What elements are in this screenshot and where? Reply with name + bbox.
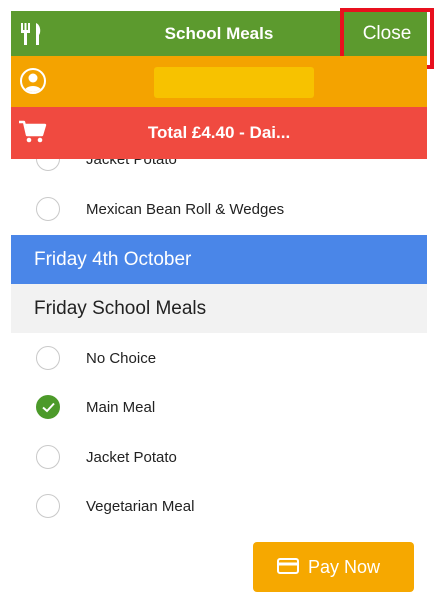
total-bar[interactable]: Total £4.40 - Dai...: [11, 107, 427, 159]
list-item-main-meal[interactable]: Main Meal: [11, 385, 427, 431]
list-item-vegetarian-meal[interactable]: Vegetarian Meal: [11, 484, 427, 530]
checkmark-icon: [42, 402, 55, 413]
option-label: No Choice: [86, 350, 157, 367]
radio-unchecked-icon[interactable]: [36, 197, 60, 221]
radio-unchecked-icon[interactable]: [36, 445, 60, 469]
list-item-mexican-bean-roll[interactable]: Mexican Bean Roll & Wedges: [11, 187, 427, 233]
radio-unchecked-icon[interactable]: [36, 346, 60, 370]
radio-unchecked-icon[interactable]: [36, 494, 60, 518]
radio-checked-icon[interactable]: [36, 395, 60, 419]
pay-now-button[interactable]: Pay Now: [253, 542, 414, 592]
user-bar: [11, 56, 427, 107]
user-name-field[interactable]: [154, 67, 314, 98]
section-header: Friday School Meals: [11, 284, 427, 333]
option-label: Vegetarian Meal: [86, 498, 195, 515]
pay-now-label: Pay Now: [308, 557, 381, 577]
close-button[interactable]: Close: [347, 11, 427, 56]
user-silhouette: [24, 73, 42, 92]
app-header: School Meals Close: [11, 11, 427, 56]
order-total: Total £4.40 - Dai...: [147, 123, 291, 142]
option-label: Mexican Bean Roll & Wedges: [86, 201, 285, 218]
list-item-no-choice[interactable]: No Choice: [11, 336, 427, 382]
user-icon[interactable]: [20, 68, 46, 94]
list-item-jacket-potato[interactable]: Jacket Potato: [11, 435, 427, 481]
day-header: Friday 4th October: [11, 235, 427, 284]
credit-card-icon: [277, 558, 299, 574]
option-label: Main Meal: [86, 399, 156, 416]
option-label: Jacket Potato: [86, 449, 177, 466]
